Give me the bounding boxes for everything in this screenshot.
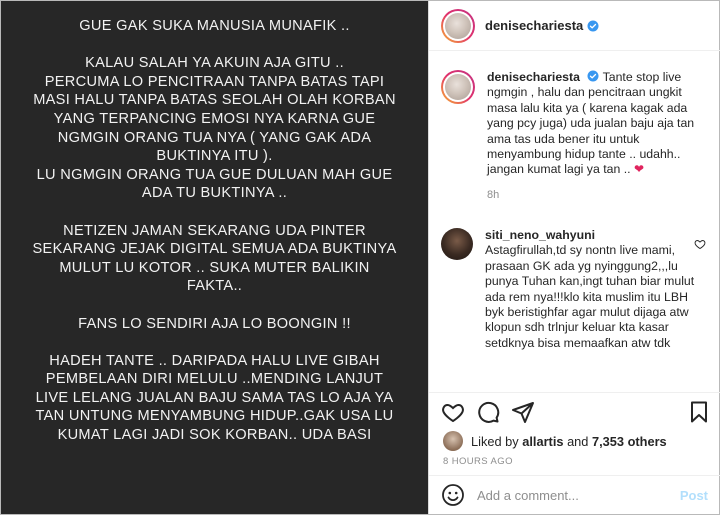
comment-item: siti_neno_wahyuni Astagfirullah,td sy no… xyxy=(441,228,711,351)
comment-body: siti_neno_wahyuni Astagfirullah,td sy no… xyxy=(485,228,695,351)
likes-prefix: Liked by xyxy=(471,433,519,449)
post-button[interactable]: Post xyxy=(680,488,708,503)
likes-middle: and xyxy=(567,433,589,449)
comment-input[interactable] xyxy=(477,487,680,503)
caption-time[interactable]: 8h xyxy=(487,188,707,203)
comment-bubble-icon[interactable] xyxy=(476,400,500,424)
post-header: denisechariesta xyxy=(429,1,720,51)
post-text-paragraph: HADEH TANTE .. DARIPADA HALU LIVE GIBAH … xyxy=(35,352,394,444)
action-bar xyxy=(429,392,720,428)
caption-body: denisechariesta Tante stop live ngmgin ,… xyxy=(487,70,707,203)
comment-text: Astagfirullah,td sy nontn live mami, pra… xyxy=(485,243,695,350)
emoji-smiley-icon[interactable] xyxy=(441,483,465,507)
post-timestamp[interactable]: 8 HOURS AGO xyxy=(443,456,513,467)
like-heart-icon[interactable] xyxy=(441,400,465,424)
likes-count[interactable]: 7,353 others xyxy=(592,434,667,449)
save-bookmark-icon[interactable] xyxy=(687,400,711,424)
caption: denisechariesta Tante stop live ngmgin ,… xyxy=(441,70,711,203)
avatar[interactable] xyxy=(443,431,463,451)
likes-summary: Liked by allartis and 7,353 others xyxy=(443,431,667,451)
caption-text: Tante stop live ngmgin , halu dan pencit… xyxy=(487,70,695,177)
post-image: GUE GAK SUKA MANUSIA MUNAFIK .. KALAU SA… xyxy=(1,1,428,514)
avatar[interactable] xyxy=(441,228,473,260)
avatar[interactable] xyxy=(441,8,475,43)
comment-like-icon[interactable] xyxy=(694,238,706,250)
heart-emoji-icon: ❤ xyxy=(633,162,645,177)
verified-badge-icon xyxy=(587,20,599,31)
add-comment-bar: Post xyxy=(429,475,720,514)
post-text-paragraph: GUE GAK SUKA MANUSIA MUNAFIK .. xyxy=(79,18,350,34)
post-text-paragraph: FANS LO SENDIRI AJA LO BOONGIN !! xyxy=(78,315,351,332)
comments-list[interactable]: denisechariesta Tante stop live ngmgin ,… xyxy=(429,52,720,392)
post-text-paragraph: NETIZEN JAMAN SEKARANG UDA PINTER SEKARA… xyxy=(32,222,397,295)
verified-badge-icon xyxy=(587,70,599,82)
caption-username[interactable]: denisechariesta xyxy=(487,70,580,84)
post-text-paragraph: KALAU SALAH YA AKUIN AJA GITU .. PERCUMA… xyxy=(33,55,396,202)
post-image-text: GUE GAK SUKA MANUSIA MUNAFIK .. KALAU SA… xyxy=(1,17,428,463)
header-username[interactable]: denisechariesta xyxy=(485,18,583,33)
avatar[interactable] xyxy=(441,70,475,104)
share-send-icon[interactable] xyxy=(511,400,535,424)
comment-username[interactable]: siti_neno_wahyuni xyxy=(485,228,695,243)
post-side-panel: denisechariesta denisechariesta Tante st… xyxy=(428,1,720,514)
likes-user[interactable]: allartis xyxy=(522,434,563,449)
